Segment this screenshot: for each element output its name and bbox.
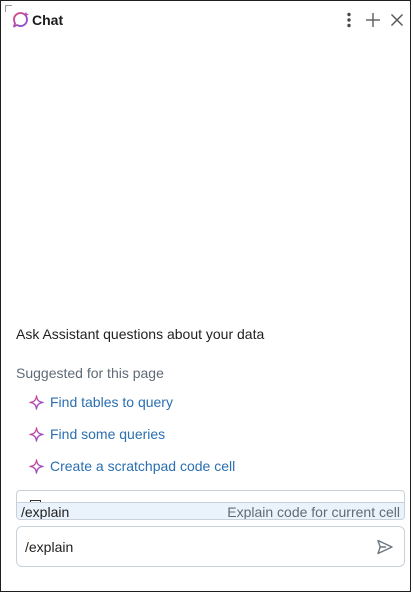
- suggested-heading: Suggested for this page: [16, 365, 164, 381]
- plus-icon: [366, 13, 380, 27]
- sparkle-icon: [29, 426, 44, 442]
- slash-command-menu: /explain Explain code for current cell: [16, 490, 405, 520]
- suggestion-create-scratchpad[interactable]: Create a scratchpad code cell: [29, 456, 235, 476]
- chat-assistant-icon: [13, 11, 29, 28]
- sparkle-icon: [29, 394, 44, 410]
- new-chat-button[interactable]: [363, 10, 383, 30]
- chat-header: Chat: [1, 1, 410, 41]
- sparkle-icon: [29, 458, 44, 474]
- close-icon: [390, 13, 404, 27]
- chat-panel: Chat Ask Assistant questions about your …: [0, 0, 411, 592]
- kebab-menu-icon: [347, 12, 351, 28]
- panel-title: Chat: [32, 12, 64, 28]
- send-icon[interactable]: [376, 538, 394, 556]
- more-options-button[interactable]: [339, 10, 359, 30]
- suggestion-label: Find some queries: [50, 426, 166, 442]
- suggestion-label: Find tables to query: [50, 394, 173, 410]
- suggestion-find-tables[interactable]: Find tables to query: [29, 392, 173, 412]
- command-item-explain[interactable]: /explain Explain code for current cell: [17, 502, 404, 520]
- chat-input[interactable]: [25, 536, 355, 558]
- intro-text: Ask Assistant questions about your data: [16, 326, 265, 342]
- close-button[interactable]: [387, 10, 407, 30]
- command-description: Explain code for current cell: [227, 504, 400, 520]
- command-name: /explain: [21, 504, 70, 520]
- chat-input-box: [16, 526, 405, 567]
- suggestion-find-queries[interactable]: Find some queries: [29, 424, 165, 444]
- suggestion-label: Create a scratchpad code cell: [50, 458, 236, 474]
